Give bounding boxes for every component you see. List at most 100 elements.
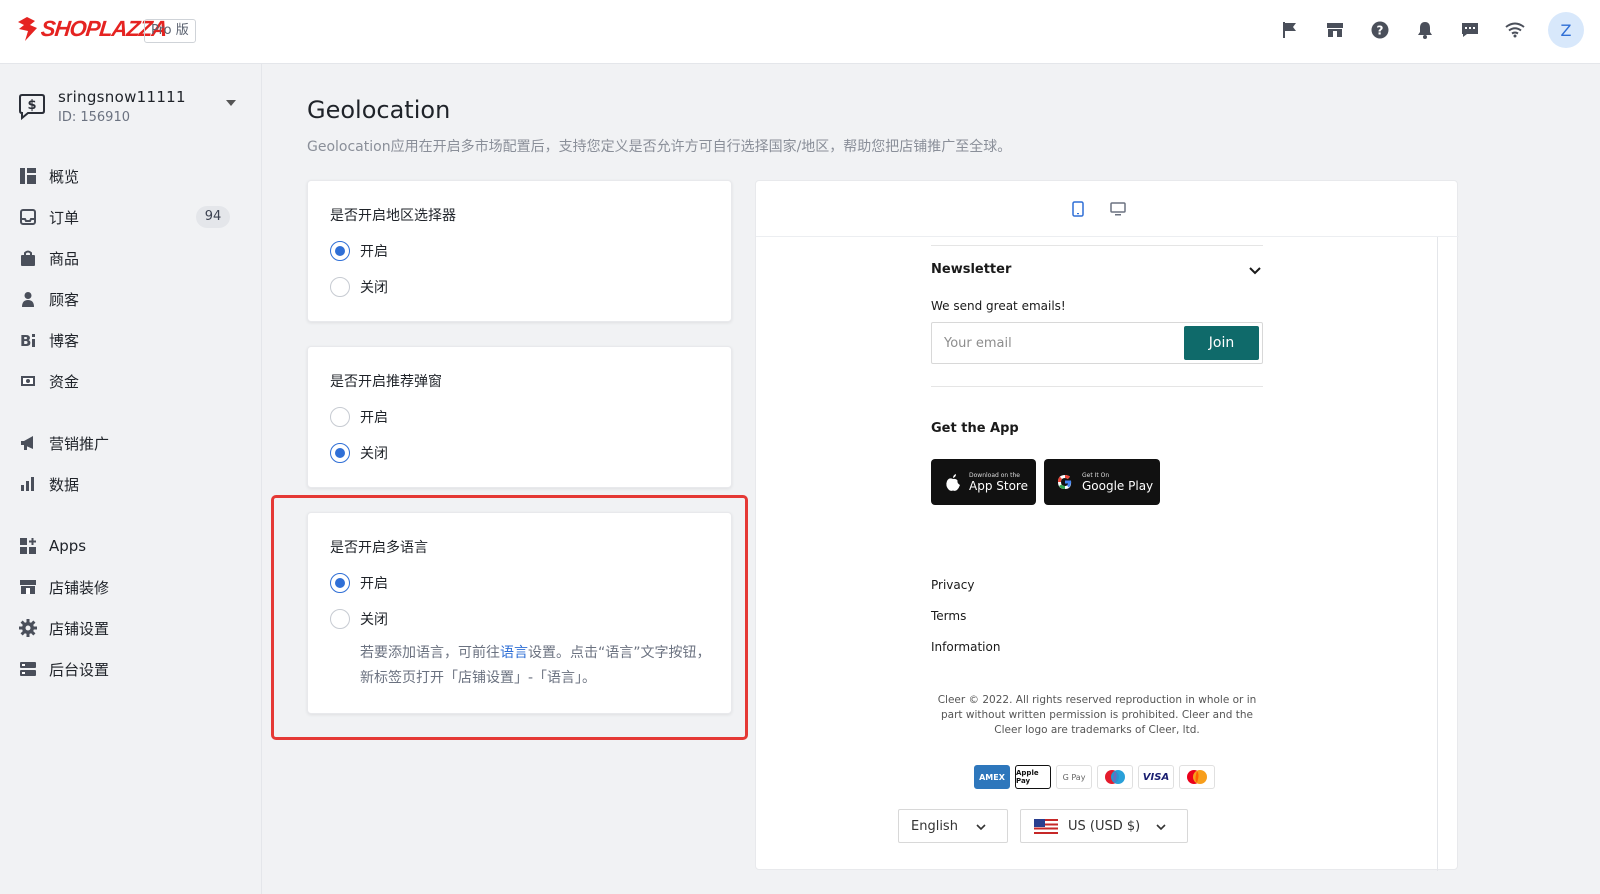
sidebar-item-finance[interactable]: 资金 — [18, 363, 230, 399]
sidebar-item-label: 营销推广 — [49, 434, 110, 453]
store-dollar-icon: $ — [19, 94, 45, 121]
copyright-text: Cleer © 2022. All rights reserved reprod… — [937, 694, 1257, 736]
store-switcher[interactable]: $ sringsnow11111 ID: 156910 — [16, 88, 236, 132]
apps-icon — [18, 536, 38, 556]
recommend-popup-on-radio[interactable]: 开启 — [330, 406, 388, 428]
google-play-badge[interactable]: Get It On Google Play — [1044, 459, 1160, 505]
app-store-text: App Store — [969, 478, 1028, 493]
payment-icons: AMEX Apple Pay G Pay VISA — [974, 765, 1220, 789]
radio-unchecked[interactable] — [330, 407, 350, 427]
admin-settings-icon — [18, 659, 38, 679]
radio-checked[interactable] — [330, 241, 350, 261]
google-pay-icon: G Pay — [1056, 765, 1092, 789]
terms-link[interactable]: Terms — [931, 609, 966, 623]
chevron-down-icon[interactable] — [1247, 263, 1263, 279]
sidebar-item-analytics[interactable]: 数据 — [18, 466, 230, 502]
analytics-icon — [18, 474, 38, 494]
sidebar-item-products[interactable]: 商品 — [18, 240, 230, 276]
radio-label: 关闭 — [360, 446, 388, 462]
page-description: Geolocation应用在开启多市场配置后，支持您定义是否允许方可自行选择国家… — [307, 139, 1012, 155]
email-input[interactable] — [932, 323, 1180, 363]
recommend-popup-card: 是否开启推荐弹窗 开启 关闭 — [307, 346, 732, 488]
flag-icon[interactable] — [1279, 19, 1301, 41]
blog-icon: B — [18, 330, 38, 350]
preview-toolbar — [756, 181, 1459, 237]
top-bar: SHOPLAZZA Pro 版 ? Z — [0, 0, 1600, 64]
wifi-icon[interactable] — [1504, 19, 1526, 41]
sidebar-item-theme[interactable]: 店铺装修 — [18, 569, 230, 605]
privacy-link[interactable]: Privacy — [931, 578, 974, 592]
page-title: Geolocation — [307, 96, 451, 124]
region-selector-card: 是否开启地区选择器 开启 关闭 — [307, 180, 732, 322]
message-icon[interactable] — [1459, 19, 1481, 41]
newsletter-form: Join — [931, 322, 1263, 364]
svg-text:?: ? — [1377, 24, 1384, 38]
chevron-down-icon — [226, 100, 236, 106]
apple-pay-icon: Apple Pay — [1015, 765, 1051, 789]
preview-content[interactable]: Newsletter We send great emails! Join Ge… — [756, 237, 1438, 871]
information-link[interactable]: Information — [931, 640, 1000, 654]
customers-icon — [18, 289, 38, 309]
maestro-icon — [1097, 765, 1133, 789]
sidebar-item-apps[interactable]: Apps — [18, 528, 230, 564]
currency-select[interactable]: US (USD $) — [1020, 809, 1188, 843]
sidebar-item-label: 后台设置 — [49, 660, 110, 679]
google-play-small-text: Get It On — [1082, 471, 1110, 479]
store-icon[interactable] — [1324, 19, 1346, 41]
help-icon[interactable]: ? — [1369, 19, 1391, 41]
desktop-view-icon[interactable] — [1108, 199, 1128, 219]
sidebar-item-orders[interactable]: 订单 94 — [18, 199, 230, 235]
join-button[interactable]: Join — [1184, 326, 1259, 360]
store-name: sringsnow11111 — [58, 88, 186, 106]
sidebar-item-label: 店铺装修 — [49, 578, 110, 597]
language-select[interactable]: English — [898, 809, 1008, 843]
radio-unchecked[interactable] — [330, 277, 350, 297]
sidebar-item-overview[interactable]: 概览 — [18, 158, 230, 194]
amex-icon: AMEX — [974, 765, 1010, 789]
mastercard-icon — [1179, 765, 1215, 789]
sidebar-item-label: 概览 — [49, 167, 80, 186]
sidebar-item-label: 顾客 — [49, 290, 80, 309]
sidebar-item-marketing[interactable]: 营销推广 — [18, 425, 230, 461]
language-value: English — [911, 818, 958, 834]
svg-text:B: B — [20, 332, 31, 348]
region-selector-off-radio[interactable]: 关闭 — [330, 276, 388, 298]
radio-label: 开启 — [360, 244, 388, 260]
settings-icon — [18, 618, 38, 638]
google-icon — [1058, 475, 1072, 489]
us-flag-icon — [1034, 818, 1058, 834]
orders-icon — [18, 207, 38, 227]
region-selector-on-radio[interactable]: 开启 — [330, 240, 388, 262]
storefront-preview: Newsletter We send great emails! Join Ge… — [755, 180, 1459, 871]
bell-icon[interactable] — [1414, 19, 1436, 41]
divider — [931, 245, 1263, 246]
chevron-down-icon — [976, 824, 986, 831]
svg-text:$: $ — [27, 98, 36, 113]
app-store-badge[interactable]: Download on the App Store — [931, 459, 1036, 505]
mobile-view-icon[interactable] — [1068, 199, 1088, 219]
recommend-popup-off-radio[interactable]: 关闭 — [330, 442, 388, 464]
google-play-text: Google Play — [1082, 478, 1154, 493]
user-avatar[interactable]: Z — [1548, 12, 1584, 48]
divider — [931, 386, 1263, 387]
sidebar-item-label: 博客 — [49, 331, 80, 350]
radio-label: 关闭 — [360, 280, 388, 296]
radio-label: 开启 — [360, 410, 388, 426]
orders-count-badge: 94 — [196, 206, 230, 228]
sidebar-item-blog[interactable]: B 博客 — [18, 322, 230, 358]
sidebar-item-customers[interactable]: 顾客 — [18, 281, 230, 317]
sidebar-item-label: 数据 — [49, 475, 80, 494]
card-title: 是否开启推荐弹窗 — [330, 374, 442, 390]
plan-badge: Pro 版 — [144, 19, 196, 43]
newsletter-title: Newsletter — [931, 262, 1012, 277]
sidebar-item-admin-settings[interactable]: 后台设置 — [18, 651, 230, 687]
theme-icon — [18, 577, 38, 597]
sidebar-item-label: Apps — [49, 537, 87, 555]
radio-checked[interactable] — [330, 443, 350, 463]
overview-icon — [18, 166, 38, 186]
highlight-box — [271, 495, 748, 740]
card-title: 是否开启地区选择器 — [330, 208, 456, 224]
sidebar-item-settings[interactable]: 店铺设置 — [18, 610, 230, 646]
products-icon — [18, 248, 38, 268]
visa-icon: VISA — [1138, 765, 1174, 789]
